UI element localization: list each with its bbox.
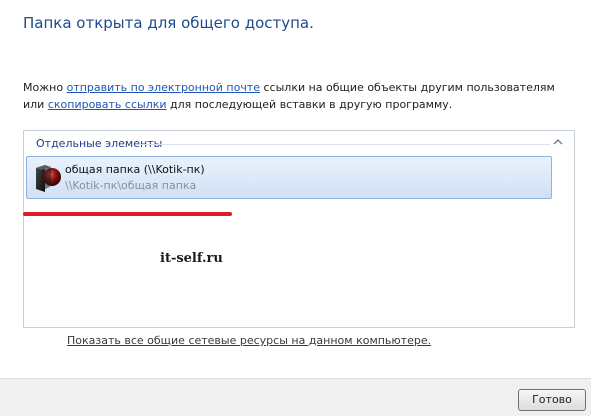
description-text-1: Можно xyxy=(23,81,67,94)
watermark-text: it-self.ru xyxy=(160,251,223,266)
description-text-3: для последующей вставки в другую програм… xyxy=(166,98,453,111)
group-divider xyxy=(140,144,550,145)
dialog-title: Папка открыта для общего доступа. xyxy=(23,14,314,32)
show-all-shares-link[interactable]: Показать все общие сетевые ресурсы на да… xyxy=(67,334,431,347)
done-button[interactable]: Готово xyxy=(518,389,586,411)
item-path: \\Kotik-пк\общая папка xyxy=(65,179,197,192)
shared-items-panel: Отдельные элементы общая папка (\\Kotik-… xyxy=(23,130,575,328)
shared-folder-icon xyxy=(36,165,61,192)
chevron-up-icon[interactable] xyxy=(552,136,564,148)
item-name: общая папка (\\Kotik-пк) xyxy=(65,163,205,176)
share-description: Можно отправить по электронной почте ссы… xyxy=(23,79,568,113)
dialog-footer: Готово xyxy=(0,378,591,416)
send-email-link[interactable]: отправить по электронной почте xyxy=(67,81,260,94)
shared-folder-item[interactable]: общая папка (\\Kotik-пк) \\Kotik-пк\обща… xyxy=(26,156,552,199)
highlight-underline xyxy=(23,212,232,216)
copy-links-link[interactable]: скопировать ссылки xyxy=(48,98,167,111)
